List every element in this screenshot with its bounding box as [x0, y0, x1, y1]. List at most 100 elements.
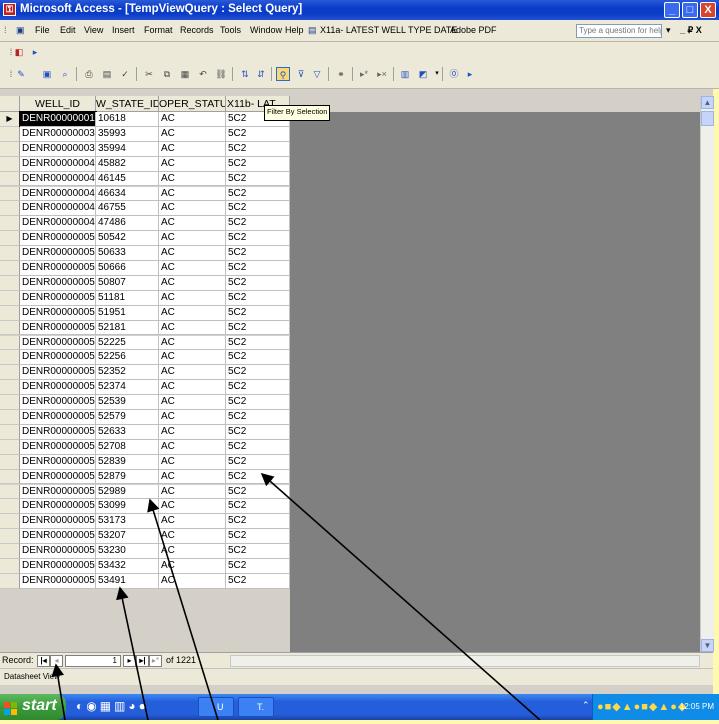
cell-well-id[interactable]: DENR00000005	[20, 261, 96, 276]
record-selector[interactable]	[0, 499, 20, 515]
record-selector[interactable]	[0, 141, 20, 157]
menu-help[interactable]: Help	[285, 25, 304, 35]
cell-well-id[interactable]: DENR00000005	[20, 499, 96, 515]
record-selector[interactable]	[0, 261, 20, 276]
cell-w-state-id[interactable]: 35994	[96, 141, 159, 157]
cell-well-id[interactable]: DENR00000003	[20, 126, 96, 142]
cell-x11b-lat[interactable]: 5C2	[226, 275, 290, 291]
cut-icon[interactable]: ✂	[142, 67, 156, 81]
cell-w-state-id[interactable]: 52352	[96, 365, 159, 381]
cell-well-id[interactable]: DENR00000001	[19, 111, 97, 128]
record-selector[interactable]	[0, 439, 20, 455]
database-window-icon[interactable]: ▥	[398, 67, 412, 81]
record-selector[interactable]	[0, 529, 20, 545]
table-row[interactable]: DENR00000003 35993 AC 5C2	[0, 126, 290, 142]
table-row[interactable]: DENR00000005 52989 AC 5C2	[0, 484, 290, 500]
apply-filter-icon[interactable]: ▽	[310, 67, 324, 81]
table-row[interactable]: DENR00000005 53207 AC 5C2	[0, 529, 290, 545]
cell-w-state-id[interactable]: 52225	[96, 335, 159, 351]
cell-well-id[interactable]: DENR00000005	[20, 231, 96, 247]
tray-expand-icon[interactable]: ⌃	[582, 700, 590, 711]
cell-well-id[interactable]: DENR00000005	[20, 573, 96, 589]
record-selector[interactable]	[0, 365, 20, 381]
cell-x11b-lat[interactable]: 5C2	[226, 156, 290, 172]
cell-well-id[interactable]: DENR00000004	[20, 171, 96, 187]
cell-oper-status[interactable]: AC	[159, 126, 226, 142]
menu-tools[interactable]: Tools	[220, 25, 241, 35]
cell-well-id[interactable]: DENR00000005	[20, 365, 96, 381]
cell-oper-status[interactable]: AC	[159, 573, 226, 589]
help-dropdown-icon[interactable]: ▾	[666, 25, 671, 36]
find-icon[interactable]: ⚭	[334, 67, 348, 81]
filter-by-form-icon[interactable]: ⊽	[294, 67, 308, 81]
cell-x11b-lat[interactable]: 5C2	[226, 365, 290, 381]
record-selector[interactable]	[0, 484, 20, 500]
column-header-well-id[interactable]: WELL_ID	[20, 96, 96, 112]
cell-oper-status[interactable]: AC	[159, 439, 226, 455]
cell-w-state-id[interactable]: 52181	[96, 320, 159, 336]
cell-well-id[interactable]: DENR00000004	[20, 201, 96, 217]
cell-oper-status[interactable]: AC	[159, 499, 226, 515]
task-pane-icon[interactable]: ◧	[12, 45, 26, 59]
cell-w-state-id[interactable]: 50666	[96, 261, 159, 276]
cell-x11b-lat[interactable]: 5C2	[226, 350, 290, 366]
help-search-input[interactable]: Type a question for help	[576, 24, 662, 38]
cell-w-state-id[interactable]: 53099	[96, 499, 159, 515]
cell-x11b-lat[interactable]: 5C2	[226, 499, 290, 515]
cell-well-id[interactable]: DENR00000005	[20, 290, 96, 306]
menu-adobe-pdf[interactable]: Adobe PDF	[450, 25, 497, 35]
cell-well-id[interactable]: DENR00000005	[20, 350, 96, 366]
toolbar-options-icon[interactable]: ▸	[28, 45, 42, 59]
record-selector[interactable]	[0, 305, 20, 321]
sort-ascending-icon[interactable]: ⇅	[238, 67, 252, 81]
record-selector[interactable]	[0, 350, 20, 366]
cell-w-state-id[interactable]: 52579	[96, 410, 159, 425]
menu-format[interactable]: Format	[144, 25, 173, 35]
table-row[interactable]: DENR00000005 53491 AC 5C2	[0, 573, 290, 589]
table-row[interactable]: DENR00000005 52352 AC 5C2	[0, 365, 290, 381]
table-row[interactable]: DENR00000004 46755 AC 5C2	[0, 201, 290, 217]
cell-well-id[interactable]: DENR00000005	[20, 529, 96, 545]
cell-x11b-lat[interactable]: 5C2	[226, 454, 290, 470]
cell-w-state-id[interactable]: 52374	[96, 380, 159, 396]
cell-x11b-lat[interactable]: 5C2	[226, 484, 290, 500]
column-header-oper-status[interactable]: OPER_STATUS	[159, 96, 226, 112]
record-selector[interactable]	[0, 126, 20, 142]
record-selector[interactable]	[0, 559, 20, 574]
cell-x11b-lat[interactable]: 5C2	[226, 171, 290, 187]
new-object-icon[interactable]: ◩	[416, 67, 430, 81]
menu-window[interactable]: Window	[250, 25, 282, 35]
cell-w-state-id[interactable]: 47486	[96, 216, 159, 232]
table-row[interactable]: DENR00000005 52633 AC 5C2	[0, 424, 290, 440]
query-menu-label[interactable]: X11a- LATEST WELL TYPE DATE	[320, 25, 457, 35]
scroll-up-icon[interactable]: ▲	[701, 96, 714, 109]
table-row[interactable]: DENR00000003 35994 AC 5C2	[0, 141, 290, 157]
cell-x11b-lat[interactable]: 5C2	[226, 573, 290, 589]
table-row[interactable]: ▶ DENR00000001 10618 AC 5C2	[0, 111, 290, 128]
table-row[interactable]: DENR00000005 50542 AC 5C2	[0, 231, 290, 247]
cell-w-state-id[interactable]: 46634	[96, 186, 159, 202]
table-row[interactable]: DENR00000005 50807 AC 5C2	[0, 275, 290, 291]
table-row[interactable]: DENR00000005 51951 AC 5C2	[0, 305, 290, 321]
previous-record-button[interactable]: ◂	[50, 655, 63, 667]
cell-w-state-id[interactable]: 51951	[96, 305, 159, 321]
menu-file[interactable]: File	[35, 25, 50, 35]
sort-descending-icon[interactable]: ⇵	[254, 67, 268, 81]
column-header-w-state-id[interactable]: W_STATE_ID	[96, 96, 159, 112]
cell-well-id[interactable]: DENR00000005	[20, 395, 96, 410]
cell-x11b-lat[interactable]: 5C2	[226, 424, 290, 440]
cell-well-id[interactable]: DENR00000005	[20, 454, 96, 470]
table-row[interactable]: DENR00000005 52256 AC 5C2	[0, 350, 290, 366]
cell-x11b-lat[interactable]: 5C2	[226, 514, 290, 530]
record-selector[interactable]	[0, 171, 20, 187]
cell-oper-status[interactable]: AC	[159, 201, 226, 217]
table-row[interactable]: DENR00000005 53173 AC 5C2	[0, 514, 290, 530]
taskbar-task-t[interactable]: T.	[238, 697, 274, 717]
cell-x11b-lat[interactable]: 5C2	[226, 216, 290, 232]
cell-x11b-lat[interactable]: 5C2	[226, 439, 290, 455]
cell-well-id[interactable]: DENR00000004	[20, 216, 96, 232]
cell-w-state-id[interactable]: 50542	[96, 231, 159, 247]
record-selector[interactable]	[0, 186, 20, 202]
menu-view[interactable]: View	[84, 25, 103, 35]
cell-w-state-id[interactable]: 52839	[96, 454, 159, 470]
